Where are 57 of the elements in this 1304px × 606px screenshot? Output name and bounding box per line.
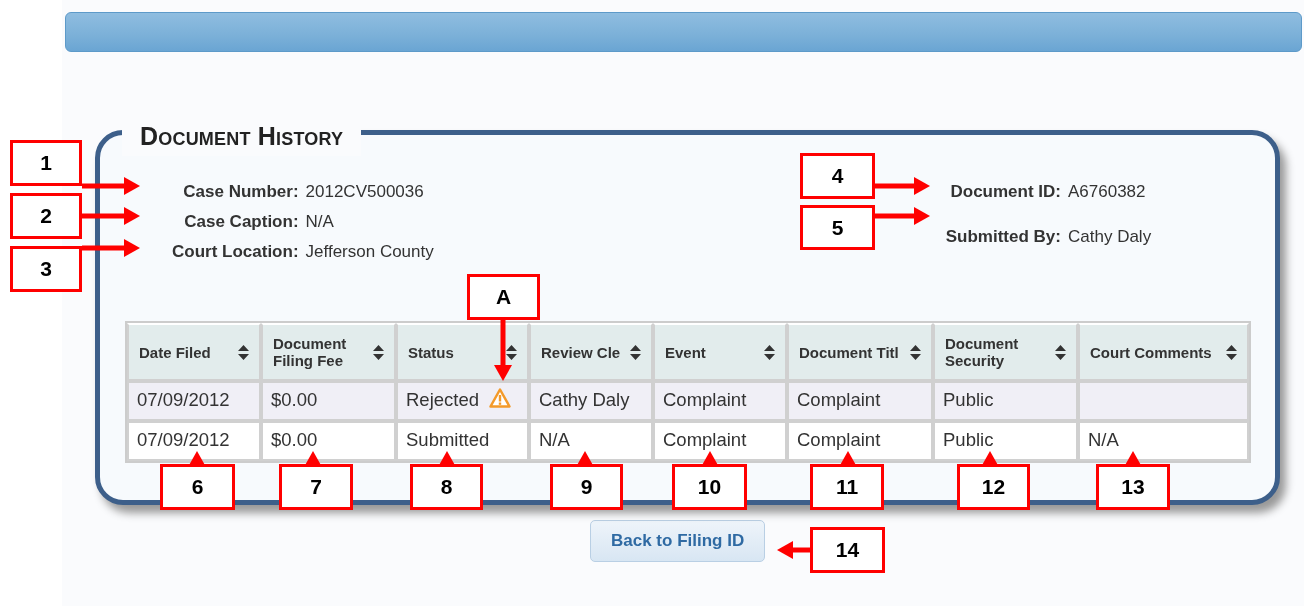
column-header[interactable]: Document Filing Fee	[261, 323, 396, 381]
column-header[interactable]: Event	[653, 323, 787, 381]
table-cell: Complaint	[653, 381, 787, 421]
column-header[interactable]: Court Comments	[1078, 323, 1249, 381]
table-cell: Public	[933, 421, 1078, 461]
sort-icon[interactable]	[238, 344, 249, 360]
status-text: Rejected	[406, 389, 479, 410]
field-label: Case Caption:	[184, 211, 299, 233]
column-header[interactable]: Date Filed	[127, 323, 261, 381]
column-header[interactable]: Document Security	[933, 323, 1078, 381]
callout-label: 4	[800, 153, 875, 199]
table-cell: Cathy Daly	[529, 381, 653, 421]
table-cell: Public	[933, 381, 1078, 421]
table-cell: 07/09/2012	[127, 421, 261, 461]
table-cell: 07/09/2012	[127, 381, 261, 421]
table-cell: N/A	[1078, 421, 1249, 461]
table-cell: Complaint	[653, 421, 787, 461]
callout-label: 13	[1096, 464, 1170, 510]
table-cell: N/A	[529, 421, 653, 461]
callout-label: 7	[279, 464, 353, 510]
back-button[interactable]: Back to Filing ID	[590, 520, 766, 562]
sort-icon[interactable]	[764, 344, 775, 360]
callout-label: 9	[550, 464, 623, 510]
callout-label: 1	[10, 140, 82, 186]
column-header[interactable]: Document Titl	[787, 323, 933, 381]
sort-icon[interactable]	[1055, 344, 1066, 360]
field-label: Submitted By:	[945, 226, 1061, 248]
field-value: Cathy Daly	[1068, 226, 1152, 248]
callout-label: 2	[10, 193, 82, 239]
callout-label: A	[467, 274, 540, 320]
table-cell: Submitted	[396, 421, 529, 461]
column-header[interactable]: Status	[396, 323, 529, 381]
field-value: A6760382	[1068, 181, 1146, 203]
field-label: Court Location:	[172, 241, 299, 263]
callout-label: 8	[410, 464, 483, 510]
field-label: Case Number:	[183, 181, 299, 203]
callout-label: 3	[10, 246, 82, 292]
field-value: N/A	[305, 211, 334, 233]
callout-label: 12	[957, 464, 1030, 510]
callout-label: 11	[810, 464, 884, 510]
callout-label: 10	[672, 464, 747, 510]
sort-icon[interactable]	[506, 344, 517, 360]
sort-icon[interactable]	[1226, 344, 1237, 360]
table-cell: Complaint	[787, 421, 933, 461]
field-value: Jefferson County	[305, 241, 434, 263]
table-cell: Complaint	[787, 381, 933, 421]
sort-icon[interactable]	[373, 344, 384, 360]
sort-icon[interactable]	[910, 344, 921, 360]
field-label: Document ID:	[950, 181, 1061, 203]
field-value: 2012CV500036	[305, 181, 424, 203]
table-cell: $0.00	[261, 421, 396, 461]
callout-label: 5	[800, 205, 875, 250]
callout-label: 14	[810, 527, 885, 573]
callout-label: 6	[160, 464, 235, 510]
column-header[interactable]: Review Cle	[529, 323, 653, 381]
table-cell: $0.00	[261, 381, 396, 421]
sort-icon[interactable]	[630, 344, 641, 360]
